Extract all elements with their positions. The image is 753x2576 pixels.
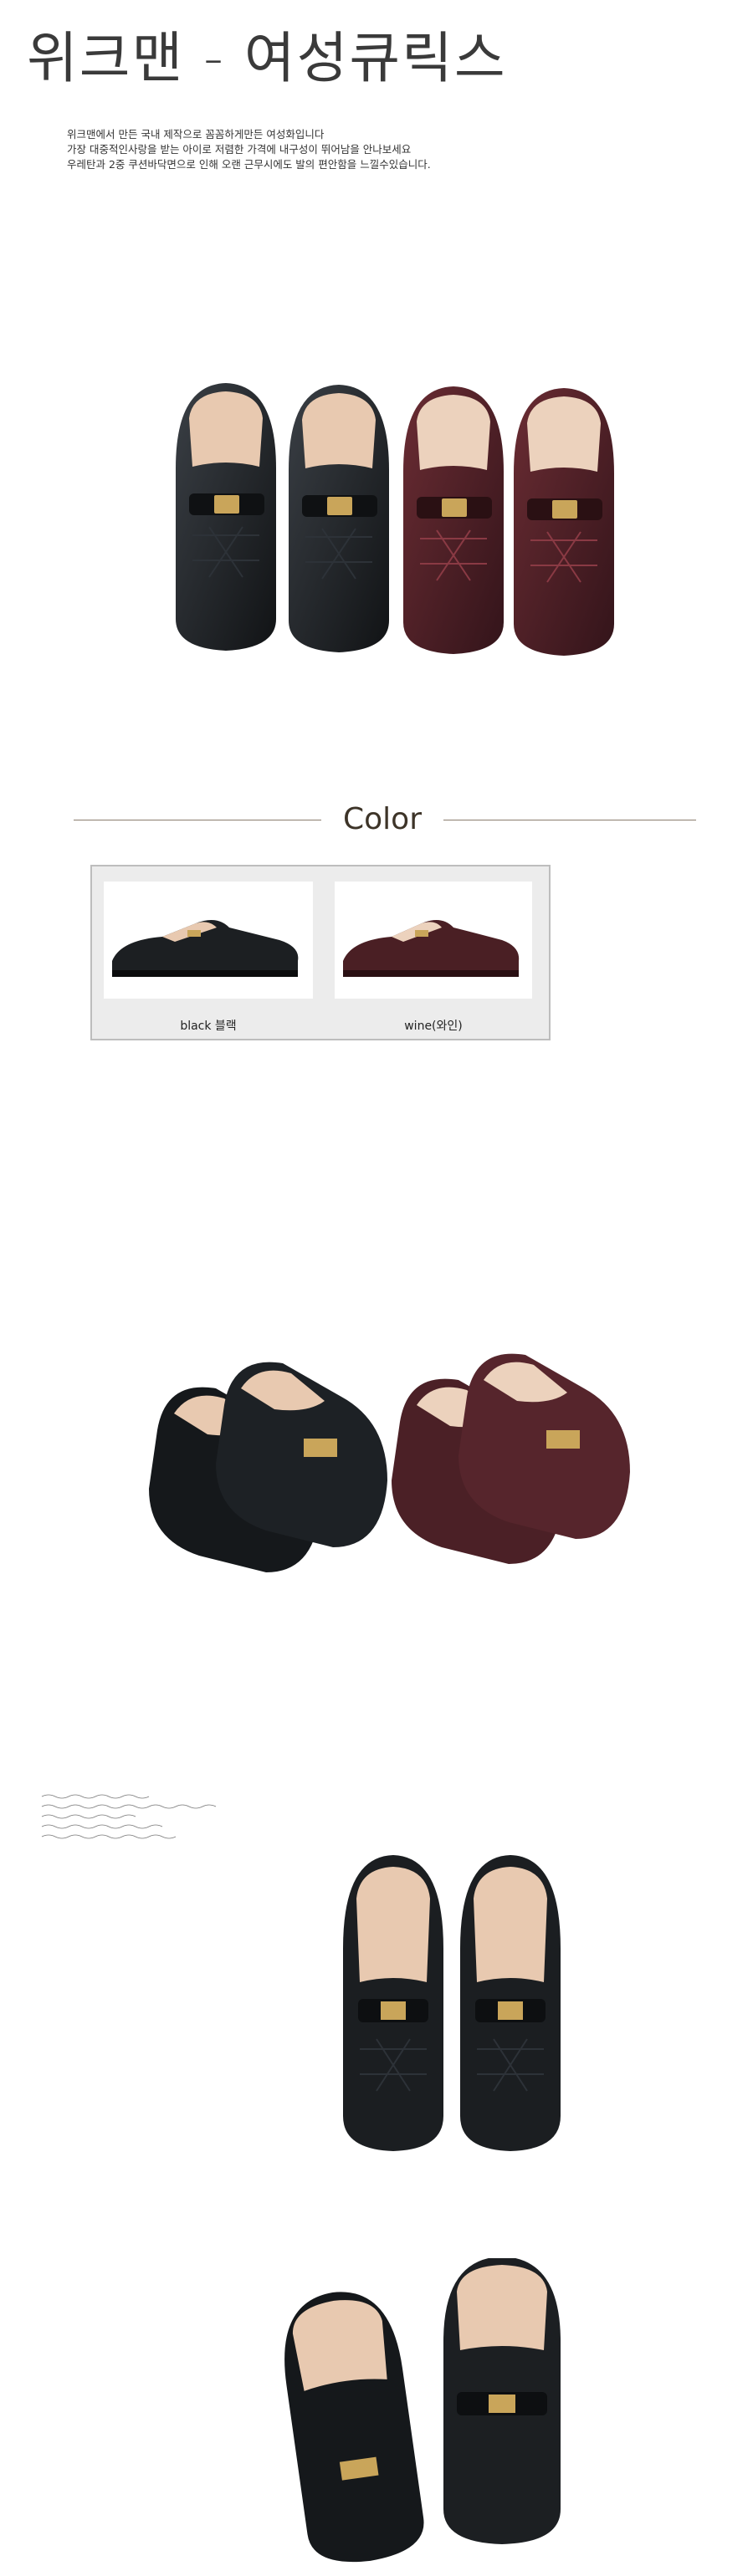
handwritten-note-graphic — [41, 1794, 217, 1839]
shoe-icon — [343, 1855, 443, 2151]
shoe-icon — [514, 388, 614, 656]
intro-line: 위크맨에서 만든 국내 제작으로 꼼꼼하게만든 여성화입니다 — [67, 128, 325, 141]
color-option-wine[interactable] — [335, 882, 532, 999]
color-heading: Color — [343, 802, 422, 836]
product-intro: 위크맨에서 만든 국내 제작으로 꼼꼼하게만든 여성화입니다 가장 대중적인사랑… — [67, 127, 431, 172]
hero-pair-photo — [176, 383, 614, 656]
shoe-icon — [403, 386, 504, 654]
black-pair-top-photo — [343, 1855, 561, 2151]
color-section-header: Color — [74, 803, 696, 836]
shoe-icon — [443, 2258, 561, 2544]
shoe-icon — [460, 1855, 561, 2151]
black-pair-angled-photo — [284, 2258, 561, 2563]
shoe-icon — [176, 383, 276, 651]
shoe-icon — [284, 2292, 424, 2563]
page-title: 위크맨 - 여성큐릭스 — [27, 26, 507, 90]
intro-line: 가장 대중적인사랑을 받는 아이로 저렴한 가격에 내구성이 뛰어남을 안나보세… — [67, 143, 412, 156]
shoe-icon — [289, 385, 389, 652]
angled-pairs-photo — [149, 1353, 630, 1572]
color-options-box: black 블랙 wine(와인) — [90, 865, 551, 1040]
shoe-icon — [112, 920, 299, 977]
color-label-black: black 블랙 — [180, 1020, 237, 1033]
intro-line: 우레탄과 2중 쿠션바닥면으로 인해 오랜 근무시에도 발의 편안함을 느낄수있… — [67, 158, 431, 171]
color-label-wine: wine(와인) — [404, 1020, 463, 1033]
color-option-black[interactable] — [104, 882, 313, 999]
shoe-icon — [343, 920, 520, 977]
